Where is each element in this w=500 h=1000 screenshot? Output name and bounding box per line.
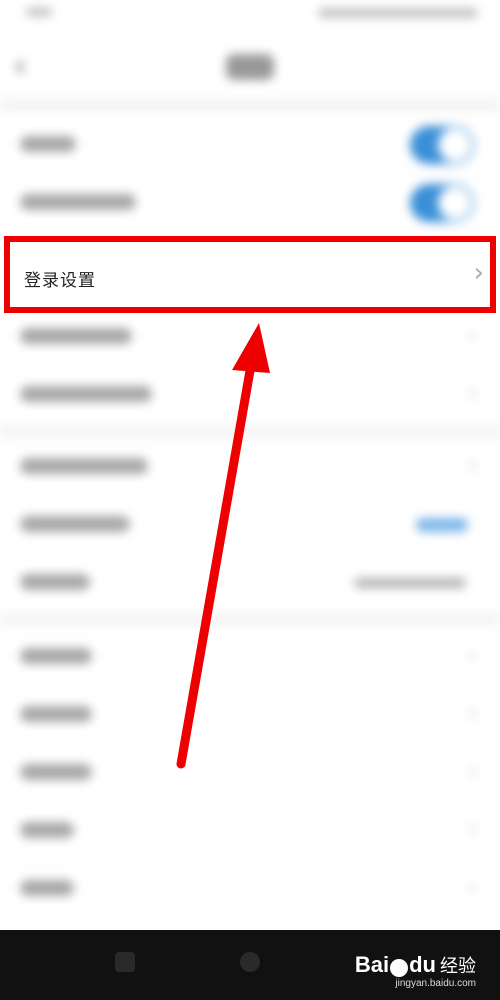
- row-label: [20, 386, 152, 402]
- page-title: [226, 54, 274, 80]
- chevron-right-icon: ›: [467, 872, 478, 902]
- login-settings-label: 登录设置: [24, 271, 96, 291]
- paw-icon: [390, 958, 409, 977]
- settings-row-6[interactable]: ›: [0, 438, 500, 496]
- chevron-right-icon: ›: [467, 378, 478, 408]
- settings-row-10[interactable]: ›: [0, 686, 500, 744]
- settings-row-12[interactable]: ›: [0, 802, 500, 860]
- system-nav-bar: Bai du 经验 jingyan.baidu.com: [0, 930, 500, 1000]
- chevron-right-icon: ›: [467, 450, 478, 480]
- status-badge: [416, 518, 468, 532]
- settings-row-9[interactable]: ›: [0, 628, 500, 686]
- section-divider: [0, 100, 500, 112]
- watermark-brand-suffix: du: [409, 952, 436, 977]
- settings-row-8[interactable]: [0, 554, 500, 612]
- settings-row-toggle-1[interactable]: [0, 116, 500, 174]
- row-value: [354, 578, 466, 588]
- row-label: [20, 822, 74, 838]
- status-icons: [318, 8, 478, 18]
- status-time: [26, 8, 52, 16]
- row-label: [20, 458, 148, 474]
- watermark-site: jingyan.baidu.com: [395, 978, 476, 989]
- settings-row-7[interactable]: [0, 496, 500, 554]
- row-label: [20, 764, 92, 780]
- chevron-right-icon: ›: [467, 640, 478, 670]
- chevron-right-icon: ›: [473, 258, 484, 288]
- chevron-right-icon: ›: [467, 698, 478, 728]
- toggle-switch[interactable]: [410, 184, 474, 222]
- chevron-right-icon: ›: [467, 756, 478, 786]
- settings-row-5[interactable]: ›: [0, 366, 500, 424]
- section-divider: [0, 614, 500, 626]
- status-bar: [0, 0, 500, 34]
- row-label: [20, 136, 76, 152]
- chevron-left-icon[interactable]: ‹: [14, 50, 26, 84]
- row-label: [20, 648, 92, 664]
- settings-row-4[interactable]: ›: [0, 308, 500, 366]
- settings-row-login-settings[interactable]: 登录设置 ›: [4, 236, 496, 313]
- row-label: [20, 328, 132, 344]
- row-label: [20, 516, 130, 532]
- nav-back-icon[interactable]: [115, 952, 135, 972]
- settings-row-toggle-2[interactable]: [0, 174, 500, 232]
- watermark-cn: 经验: [440, 956, 476, 976]
- settings-row-11[interactable]: ›: [0, 744, 500, 802]
- toggle-switch[interactable]: [410, 126, 474, 164]
- row-label: [20, 574, 90, 590]
- nav-home-icon[interactable]: [240, 952, 260, 972]
- blurred-settings-screen: ‹ › › › › › › › ›: [0, 0, 500, 930]
- settings-row-13[interactable]: ›: [0, 860, 500, 918]
- row-label: [20, 706, 92, 722]
- section-divider: [0, 426, 500, 438]
- chevron-right-icon: ›: [467, 814, 478, 844]
- watermark-brand: Bai: [354, 952, 390, 977]
- watermark: Bai du 经验 jingyan.baidu.com: [354, 952, 476, 989]
- chevron-right-icon: ›: [467, 320, 478, 350]
- app-header: ‹: [0, 34, 500, 100]
- row-label: [20, 880, 74, 896]
- row-label: [20, 194, 136, 210]
